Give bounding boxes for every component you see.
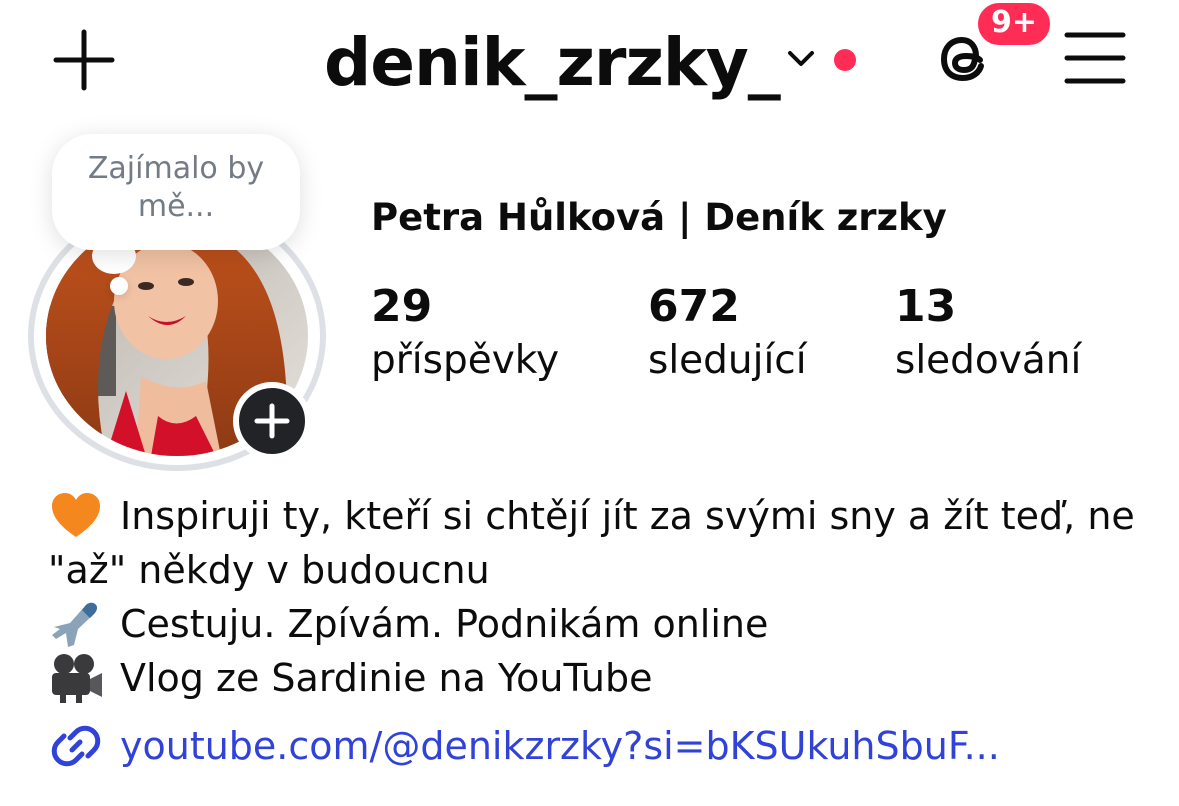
airplane-icon: [48, 597, 104, 651]
followers-count[interactable]: 672: [648, 280, 740, 334]
notification-badge[interactable]: 9+: [975, 0, 1053, 48]
bio-text: "až" někdy v budoucnu: [48, 548, 490, 592]
bio-text: Inspiruji ty, kteří si chtějí jít za svý…: [120, 494, 1135, 538]
note-tail-dot: [110, 277, 128, 295]
plus-icon[interactable]: [52, 28, 116, 92]
unread-dot: [834, 49, 856, 71]
bio-line: Cestuju. Zpívám. Podnikám online: [48, 597, 768, 651]
note-text: Zajímalo by mě...: [87, 151, 265, 224]
following-label[interactable]: sledování: [895, 336, 1081, 386]
orange-heart-icon: [48, 489, 104, 543]
link-icon: [48, 718, 104, 774]
bio-link[interactable]: youtube.com/@denikzrzky?si=bKSUkuhSbuF..…: [120, 718, 1000, 774]
bio-text: Vlog ze Sardinie na YouTube: [120, 656, 653, 700]
bio-line: Inspiruji ty, kteří si chtějí jít za svý…: [48, 489, 1135, 543]
add-story-icon[interactable]: [233, 382, 311, 460]
chevron-down-icon[interactable]: [786, 46, 816, 72]
bio-text: Cestuju. Zpívám. Podnikám online: [120, 602, 769, 646]
following-count[interactable]: 13: [895, 280, 956, 334]
bio-line: Vlog ze Sardinie na YouTube: [48, 651, 653, 705]
posts-label[interactable]: příspěvky: [371, 336, 559, 386]
menu-icon[interactable]: [1064, 30, 1126, 86]
movie-camera-icon: [48, 651, 104, 705]
username-title[interactable]: denik_zrzky_: [324, 18, 781, 108]
followers-label[interactable]: sledující: [648, 336, 807, 386]
posts-count[interactable]: 29: [371, 280, 432, 334]
bio-line: "až" někdy v budoucnu: [48, 543, 490, 597]
display-name: Petra Hůlková | Deník zrzky: [371, 196, 947, 239]
